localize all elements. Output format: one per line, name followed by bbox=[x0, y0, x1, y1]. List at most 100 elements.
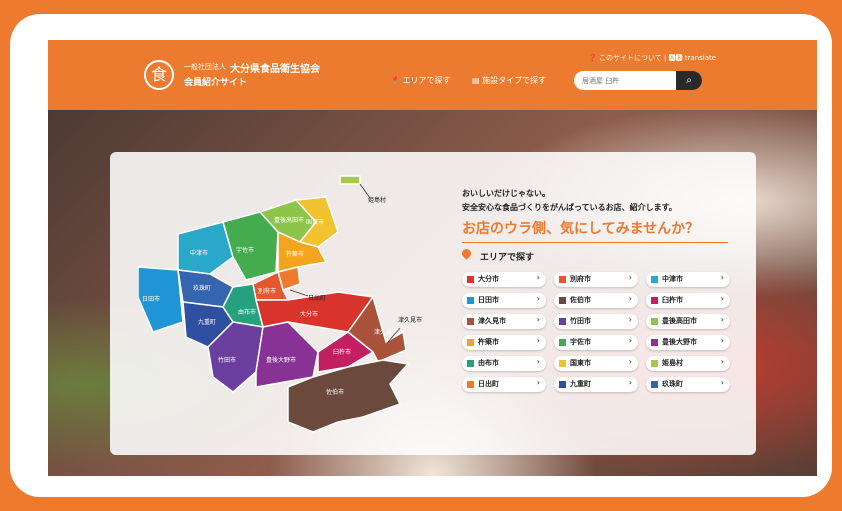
area-color-swatch bbox=[559, 276, 566, 283]
area-button[interactable]: 日出町 › bbox=[462, 377, 546, 392]
map-region-label: 豊後大野市 bbox=[266, 356, 296, 364]
area-color-swatch bbox=[467, 297, 474, 304]
area-color-swatch bbox=[651, 360, 658, 367]
about-link[interactable]: ❓ このサイトについて bbox=[588, 54, 662, 62]
device-frame: 食 一般社団法人 大分県食品衛生協会 会員紹介サイト ❓ このサイトについて |… bbox=[10, 14, 832, 497]
location-pin-icon: 📍 bbox=[390, 76, 400, 85]
area-button[interactable]: 津久見市 › bbox=[462, 314, 546, 329]
area-color-swatch bbox=[651, 381, 658, 388]
chevron-right-icon: › bbox=[628, 273, 632, 282]
area-button[interactable]: 日田市 › bbox=[462, 293, 546, 308]
location-pin-icon bbox=[460, 247, 473, 260]
area-color-swatch bbox=[467, 318, 474, 325]
map-region[interactable] bbox=[339, 175, 361, 185]
area-button[interactable]: 九重町 › bbox=[554, 377, 638, 392]
search-box: ⌕ bbox=[574, 71, 702, 90]
area-label: 九重町 bbox=[570, 380, 591, 388]
area-label: 由布市 bbox=[478, 359, 499, 367]
link-separator: | bbox=[663, 54, 667, 62]
area-label: 臼杵市 bbox=[662, 296, 683, 304]
website-screen: 食 一般社団法人 大分県食品衛生協会 会員紹介サイト ❓ このサイトについて |… bbox=[48, 40, 817, 476]
chevron-right-icon: › bbox=[720, 294, 724, 303]
area-label: 日田市 bbox=[478, 296, 499, 304]
map-region-label: 国東市 bbox=[306, 218, 324, 226]
area-button[interactable]: 由布市 › bbox=[462, 356, 546, 371]
translate-link[interactable]: 🅰🅱 translate bbox=[669, 54, 717, 62]
section-title: エリアで探す bbox=[480, 253, 535, 263]
chevron-right-icon: › bbox=[536, 357, 540, 366]
area-button[interactable]: 臼杵市 › bbox=[646, 293, 730, 308]
area-label: 宇佐市 bbox=[570, 338, 591, 346]
area-label: 豊後大野市 bbox=[662, 338, 697, 346]
search-input[interactable] bbox=[582, 74, 672, 87]
site-header: 食 一般社団法人 大分県食品衛生協会 会員紹介サイト ❓ このサイトについて |… bbox=[48, 40, 817, 110]
nav-type-search[interactable]: ▤ 施設タイプで探す bbox=[472, 75, 546, 86]
top-links: ❓ このサイトについて | 🅰🅱 translate bbox=[588, 53, 716, 63]
area-label: 日出町 bbox=[478, 380, 499, 388]
map-region-label: 大分市 bbox=[300, 310, 318, 318]
map-region-label: 九重町 bbox=[198, 318, 216, 326]
chevron-right-icon: › bbox=[536, 273, 540, 282]
area-color-swatch bbox=[559, 318, 566, 325]
facility-icon: ▤ bbox=[472, 76, 480, 85]
area-button[interactable]: 中津市 › bbox=[646, 272, 730, 287]
area-color-swatch bbox=[467, 339, 474, 346]
nav-type-label: 施設タイプで探す bbox=[482, 76, 547, 85]
area-label: 別府市 bbox=[570, 275, 591, 283]
map-region-label: 杵築市 bbox=[286, 250, 304, 258]
area-button[interactable]: 姫島村 › bbox=[646, 356, 730, 371]
area-label: 国東市 bbox=[570, 359, 591, 367]
divider bbox=[462, 242, 728, 243]
chevron-right-icon: › bbox=[628, 294, 632, 303]
map-region-label: 由布市 bbox=[238, 308, 256, 316]
area-color-swatch bbox=[467, 381, 474, 388]
tagline-1: おいしいだけじゃない。 bbox=[462, 189, 550, 198]
association-logo[interactable]: 食 bbox=[144, 60, 174, 90]
chevron-right-icon: › bbox=[628, 315, 632, 324]
area-label: 杵築市 bbox=[478, 338, 499, 346]
map-region-label: 姫島村 bbox=[368, 196, 386, 204]
map-region-label: 日田市 bbox=[142, 295, 160, 303]
map-region-label: 竹田市 bbox=[218, 356, 236, 364]
chevron-right-icon: › bbox=[536, 294, 540, 303]
tagline-2: 安全安心な食品づくりをがんばっているお店、紹介します。 bbox=[462, 203, 677, 212]
area-button[interactable]: 杵築市 › bbox=[462, 335, 546, 350]
area-label: 大分市 bbox=[478, 275, 499, 283]
area-button[interactable]: 豊後高田市 › bbox=[646, 314, 730, 329]
search-icon: ⌕ bbox=[686, 75, 692, 86]
site-subtitle: 会員紹介サイト bbox=[184, 78, 248, 88]
search-button[interactable]: ⌕ bbox=[676, 71, 702, 90]
area-label: 佐伯市 bbox=[570, 296, 591, 304]
chevron-right-icon: › bbox=[720, 315, 724, 324]
area-label: 玖珠町 bbox=[662, 380, 683, 388]
area-button[interactable]: 別府市 › bbox=[554, 272, 638, 287]
area-label: 姫島村 bbox=[662, 359, 683, 367]
nav-area-search[interactable]: 📍 エリアで探す bbox=[390, 75, 451, 86]
oita-prefecture-map: 中津市 宇佐市 豊後高田市 国東市杵築市別府市日田市 玖珠町九重町 由布市 大分市竹田市 豊後… bbox=[138, 175, 422, 433]
map-region-label: 豊後高田市 bbox=[274, 216, 304, 224]
area-button[interactable]: 大分市 › bbox=[462, 272, 546, 287]
area-label: 竹田市 bbox=[570, 317, 591, 325]
map-region-label: 津久見市 bbox=[398, 316, 422, 324]
area-color-swatch bbox=[467, 360, 474, 367]
chevron-right-icon: › bbox=[720, 357, 724, 366]
chevron-right-icon: › bbox=[536, 336, 540, 345]
area-label: 津久見市 bbox=[478, 317, 506, 325]
org-name[interactable]: 大分県食品衛生協会 bbox=[230, 60, 320, 75]
area-color-swatch bbox=[559, 381, 566, 388]
area-button[interactable]: 竹田市 › bbox=[554, 314, 638, 329]
map-region-label: 佐伯市 bbox=[326, 388, 344, 396]
map-region-label: 玖珠町 bbox=[193, 284, 211, 292]
callout-line bbox=[289, 289, 309, 297]
area-button[interactable]: 宇佐市 › bbox=[554, 335, 638, 350]
area-button[interactable]: 国東市 › bbox=[554, 356, 638, 371]
area-button[interactable]: 玖珠町 › bbox=[646, 377, 730, 392]
chevron-right-icon: › bbox=[628, 357, 632, 366]
area-button[interactable]: 佐伯市 › bbox=[554, 293, 638, 308]
main-panel: 中津市 宇佐市 豊後高田市 国東市 杵築市 別府市 日田市 玖珠町 九重町 由布市 大分市 竹田市 豊後… bbox=[110, 152, 756, 455]
area-label: 豊後高田市 bbox=[662, 317, 697, 325]
area-button[interactable]: 豊後大野市 › bbox=[646, 335, 730, 350]
map-region[interactable] bbox=[255, 321, 319, 388]
chevron-right-icon: › bbox=[720, 273, 724, 282]
area-color-swatch bbox=[559, 339, 566, 346]
